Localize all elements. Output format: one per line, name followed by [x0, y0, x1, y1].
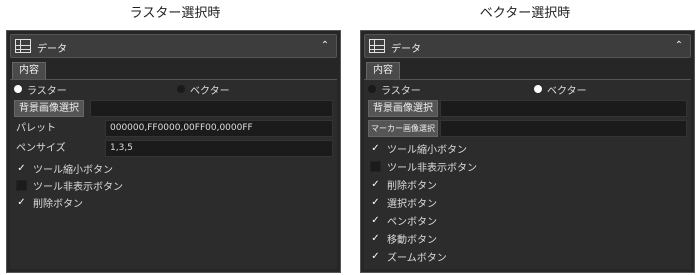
pensize-label: ペンサイズ: [16, 143, 66, 154]
chevron-up-icon[interactable]: ⌃: [320, 40, 330, 52]
check-icon: ✓: [371, 232, 380, 244]
check-label: 選択ボタン: [387, 198, 437, 210]
pensize-field[interactable]: 1,3,5: [105, 140, 333, 157]
panel-title: データ: [37, 44, 67, 55]
check-move[interactable]: ✓ 移動ボタン: [370, 230, 437, 246]
check-tool-shrink[interactable]: ✓ ツール縮小ボタン: [16, 160, 113, 176]
check-tool-hide[interactable]: ツール非表示ボタン: [370, 158, 477, 174]
checkbox-empty-icon: [370, 160, 381, 172]
palette-field[interactable]: 000000,FF0000,00FF00,0000FF: [105, 120, 333, 137]
marker-image-field[interactable]: [440, 120, 687, 137]
tab-content[interactable]: 内容: [366, 62, 400, 79]
check-icon: ✓: [371, 142, 380, 154]
grid-icon: [369, 39, 385, 53]
check-tool-shrink[interactable]: ✓ ツール縮小ボタン: [370, 140, 467, 156]
check-label: ツール縮小ボタン: [33, 164, 113, 176]
radio-dot-icon: [177, 85, 185, 93]
check-icon: ✓: [371, 196, 380, 208]
data-panel-raster: データ ⌃ 内容 ラスター ベクター 背景画像選択 パレット 000000,FF…: [6, 30, 341, 273]
marker-image-select-button[interactable]: マーカー画像選択: [368, 120, 438, 137]
check-icon: ✓: [371, 214, 380, 226]
check-select[interactable]: ✓ 選択ボタン: [370, 194, 437, 210]
grid-icon: [15, 39, 31, 53]
check-label: 移動ボタン: [387, 234, 437, 246]
check-label: 削除ボタン: [33, 198, 83, 210]
caption-vector: ベクター選択時: [479, 6, 571, 21]
radio-vector[interactable]: ベクター: [177, 82, 230, 97]
content-area: ラスター ベクター 背景画像選択 マーカー画像選択 ✓ ツール縮小ボタン ツール…: [364, 79, 691, 269]
check-tool-hide[interactable]: ツール非表示ボタン: [16, 177, 123, 193]
check-label: 削除ボタン: [387, 180, 437, 192]
check-delete[interactable]: ✓ 削除ボタン: [370, 176, 437, 192]
check-label: ツール縮小ボタン: [387, 144, 467, 156]
check-icon: ✓: [371, 178, 380, 190]
check-label: ペンボタン: [387, 216, 437, 228]
check-pen[interactable]: ✓ ペンボタン: [370, 212, 437, 228]
radio-vector-label: ベクター: [190, 85, 230, 97]
check-label: ズームボタン: [387, 252, 447, 264]
radio-raster-label: ラスター: [381, 85, 421, 97]
radio-vector[interactable]: ベクター: [534, 82, 587, 97]
panel-title: データ: [391, 44, 421, 55]
radio-raster[interactable]: ラスター: [14, 82, 67, 97]
panel-header[interactable]: データ ⌃: [364, 34, 691, 58]
check-delete[interactable]: ✓ 削除ボタン: [16, 194, 83, 210]
bg-image-select-button[interactable]: 背景画像選択: [368, 100, 438, 117]
radio-dot-icon: [534, 85, 542, 93]
chevron-up-icon[interactable]: ⌃: [674, 40, 684, 52]
radio-dot-icon: [14, 85, 22, 93]
radio-raster-label: ラスター: [27, 85, 67, 97]
check-icon: ✓: [371, 250, 380, 262]
checkbox-empty-icon: [16, 179, 27, 191]
bg-image-field[interactable]: [440, 100, 687, 117]
check-zoom[interactable]: ✓ ズームボタン: [370, 248, 447, 264]
radio-vector-label: ベクター: [547, 85, 587, 97]
bg-image-field[interactable]: [90, 100, 333, 117]
radio-raster[interactable]: ラスター: [368, 82, 421, 97]
check-label: ツール非表示ボタン: [387, 162, 477, 174]
radio-dot-icon: [368, 85, 376, 93]
bg-image-select-button[interactable]: 背景画像選択: [14, 100, 84, 117]
data-panel-vector: データ ⌃ 内容 ラスター ベクター 背景画像選択 マーカー画像選択 ✓ ツール…: [360, 30, 695, 273]
check-label: ツール非表示ボタン: [33, 181, 123, 193]
tab-content[interactable]: 内容: [12, 62, 46, 79]
palette-label: パレット: [16, 123, 56, 134]
panel-header[interactable]: データ ⌃: [10, 34, 337, 58]
check-icon: ✓: [17, 162, 26, 174]
check-icon: ✓: [17, 196, 26, 208]
caption-raster: ラスター選択時: [129, 6, 221, 21]
content-area: ラスター ベクター 背景画像選択 パレット 000000,FF0000,00FF…: [10, 79, 337, 269]
